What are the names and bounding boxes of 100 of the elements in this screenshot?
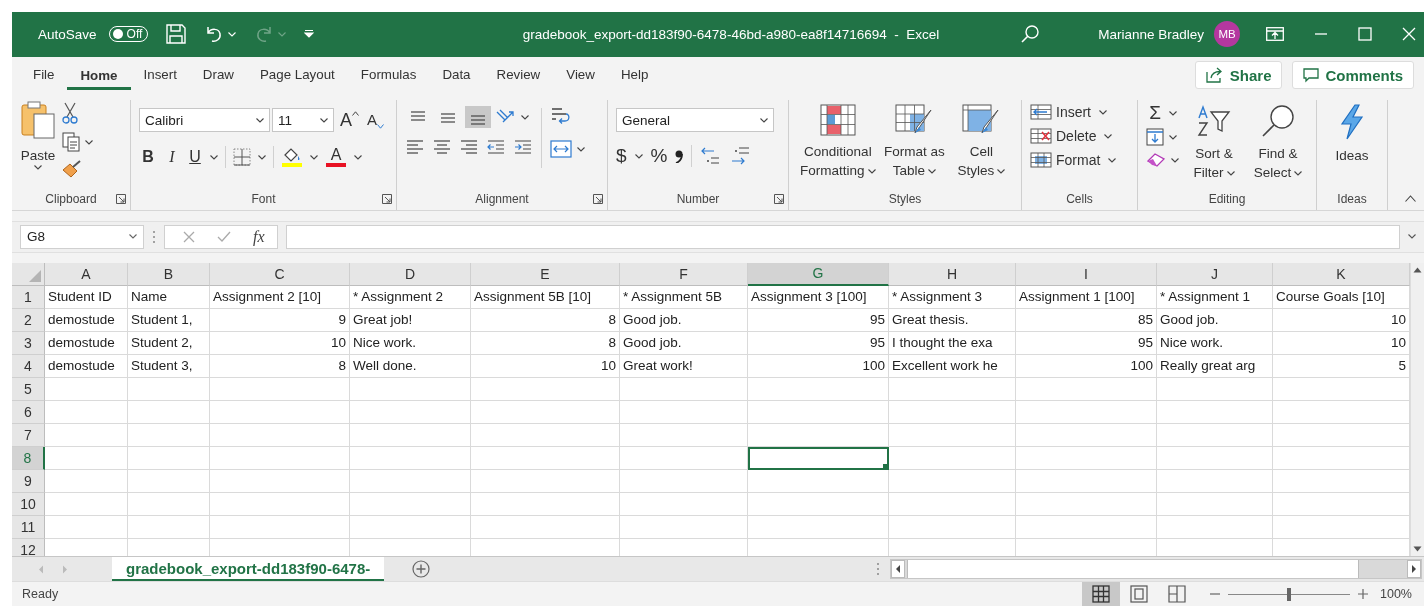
caret-icon[interactable]	[927, 169, 936, 175]
fill-down-icon[interactable]	[1146, 128, 1164, 147]
font-color-button[interactable]: A	[330, 147, 342, 164]
save-icon[interactable]	[166, 24, 187, 45]
empty-cell[interactable]	[210, 423, 350, 447]
column-header[interactable]: G	[748, 262, 889, 286]
increase-indent-icon[interactable]	[513, 138, 533, 157]
empty-cell[interactable]	[748, 400, 889, 424]
shrink-font-button[interactable]: A	[367, 111, 385, 130]
caret-icon[interactable]	[577, 146, 585, 152]
empty-cell[interactable]	[128, 492, 210, 516]
find-select-button[interactable]: Find & Select	[1249, 104, 1307, 189]
column-header[interactable]: J	[1157, 262, 1273, 286]
caret-icon[interactable]	[1169, 134, 1177, 140]
empty-cell[interactable]	[889, 469, 1016, 493]
next-sheet-icon[interactable]	[62, 564, 68, 574]
comment-icon[interactable]	[1303, 67, 1320, 83]
zoom-slider-thumb[interactable]	[1287, 587, 1291, 601]
caret-icon[interactable]	[1104, 133, 1113, 139]
row-header[interactable]: 2	[12, 308, 45, 332]
share-icon[interactable]	[1205, 67, 1224, 84]
column-header[interactable]: D	[350, 262, 471, 286]
style-gallery-button[interactable]: Format as Table	[882, 104, 946, 189]
empty-cell[interactable]	[128, 446, 210, 470]
caret-icon[interactable]	[354, 154, 362, 160]
font-name-field[interactable]: Calibri	[139, 108, 270, 133]
empty-cell[interactable]	[1016, 515, 1157, 539]
cells-button[interactable]: Delete	[1030, 128, 1129, 145]
comments-button[interactable]: Comments	[1292, 61, 1414, 90]
user-name[interactable]: Marianne Bradley	[1098, 26, 1204, 42]
copy-icon[interactable]	[62, 132, 80, 153]
empty-cell[interactable]	[128, 469, 210, 493]
zoom-in-icon[interactable]	[1358, 589, 1368, 599]
customize-icon[interactable]	[304, 29, 315, 40]
row-header[interactable]: 7	[12, 423, 45, 447]
empty-cell[interactable]	[210, 492, 350, 516]
empty-cell[interactable]	[889, 423, 1016, 447]
empty-cell[interactable]	[128, 515, 210, 539]
empty-cell[interactable]	[350, 469, 471, 493]
horizontal-scrollbar[interactable]	[890, 559, 1422, 579]
align-left-icon[interactable]	[405, 138, 425, 157]
normal-view-icon[interactable]	[1092, 585, 1110, 603]
dialog-launcher-icon[interactable]	[116, 194, 126, 205]
menu-tab[interactable]: Page Layout	[246, 59, 348, 92]
row-header[interactable]: 1	[12, 285, 45, 309]
column-header[interactable]: E	[471, 262, 620, 286]
empty-cell[interactable]	[1016, 492, 1157, 516]
empty-cell[interactable]	[1016, 423, 1157, 447]
scroll-up-icon[interactable]	[1413, 266, 1422, 273]
empty-cell[interactable]	[471, 423, 620, 447]
scissors-icon[interactable]	[62, 102, 78, 125]
empty-cell[interactable]	[1016, 446, 1157, 470]
ribbon-display-icon[interactable]	[1266, 27, 1284, 42]
menu-tab[interactable]: Formulas	[347, 59, 430, 92]
caret-icon[interactable]	[258, 154, 266, 160]
empty-cell[interactable]	[1157, 515, 1273, 539]
dialog-launcher-icon[interactable]	[382, 194, 392, 205]
empty-cell[interactable]	[620, 515, 748, 539]
menu-tab[interactable]: Home	[67, 60, 131, 91]
menu-tab[interactable]: Data	[429, 59, 484, 92]
empty-cell[interactable]	[471, 492, 620, 516]
caret-icon[interactable]	[521, 114, 529, 120]
scroll-right-icon[interactable]	[1407, 560, 1421, 578]
empty-cell[interactable]	[620, 469, 748, 493]
row-header[interactable]: 8	[12, 446, 45, 470]
caret-icon[interactable]	[1294, 171, 1303, 177]
empty-cell[interactable]	[1157, 469, 1273, 493]
align-center-icon[interactable]	[432, 138, 452, 157]
empty-cell[interactable]	[350, 423, 471, 447]
empty-cell[interactable]	[471, 446, 620, 470]
empty-cell[interactable]	[620, 377, 748, 401]
caret-icon[interactable]	[1226, 171, 1235, 177]
vertical-scrollbar[interactable]	[1410, 262, 1424, 556]
row-header[interactable]: 4	[12, 354, 45, 378]
view-button[interactable]	[1082, 582, 1120, 606]
caret-icon[interactable]	[129, 234, 137, 240]
caret-icon[interactable]	[210, 154, 218, 160]
row-header[interactable]: 5	[12, 377, 45, 401]
empty-cell[interactable]	[350, 400, 471, 424]
empty-cell[interactable]	[620, 423, 748, 447]
menu-tab[interactable]: View	[553, 59, 608, 92]
caret-icon[interactable]	[1169, 110, 1177, 116]
caret-icon[interactable]	[1099, 109, 1107, 115]
caret-icon[interactable]	[1408, 234, 1416, 240]
zoom-level[interactable]: 100%	[1380, 587, 1412, 601]
page-break-icon[interactable]	[1168, 585, 1186, 603]
empty-cell[interactable]	[210, 400, 350, 424]
dialog-launcher-icon[interactable]	[593, 194, 603, 205]
caret-icon[interactable]	[256, 117, 264, 123]
row-header[interactable]: 3	[12, 331, 45, 355]
empty-cell[interactable]	[748, 377, 889, 401]
enter-icon[interactable]	[217, 230, 231, 243]
user-avatar[interactable]: MB	[1214, 21, 1240, 48]
selected-cell[interactable]	[748, 446, 889, 470]
previous-sheet-icon[interactable]	[38, 564, 44, 574]
empty-cell[interactable]	[210, 377, 350, 401]
empty-cell[interactable]	[620, 400, 748, 424]
empty-cell[interactable]	[748, 515, 889, 539]
menu-tab[interactable]: Review	[483, 59, 554, 92]
caret-icon[interactable]	[867, 169, 876, 175]
